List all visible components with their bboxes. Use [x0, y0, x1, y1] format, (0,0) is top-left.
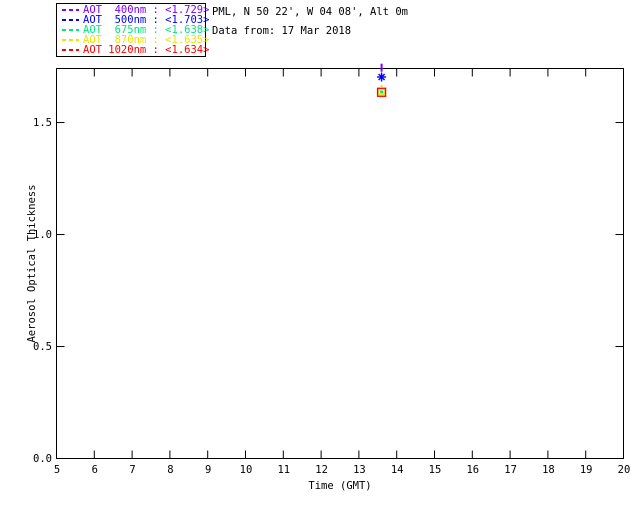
legend-dash-sample — [62, 39, 79, 41]
axis-frame — [57, 69, 624, 459]
y-tick-label: 0.0 — [33, 453, 52, 465]
legend-dash-sample — [62, 19, 79, 21]
x-tick-label: 5 — [54, 464, 60, 476]
x-tick-label: 12 — [315, 464, 328, 476]
x-tick-label: 18 — [542, 464, 555, 476]
x-tick-label: 19 — [580, 464, 593, 476]
plot-svg: 5678910111213141516171819200.00.51.01.5T… — [0, 0, 640, 512]
x-tick-label: 17 — [504, 464, 517, 476]
header-location: PML, N 50 22', W 04 08', Alt 0m — [212, 6, 408, 18]
legend-dash-sample — [62, 49, 79, 51]
y-tick-label: 1.5 — [33, 117, 52, 129]
x-axis-label: Time (GMT) — [308, 480, 371, 492]
legend-dash-sample — [62, 29, 79, 31]
x-tick-label: 14 — [391, 464, 404, 476]
legend-box: AOT 400nm : <1.729>AOT 500nm : <1.703>AO… — [56, 3, 206, 57]
x-tick-label: 20 — [618, 464, 631, 476]
x-tick-label: 13 — [353, 464, 366, 476]
aot-plot-page: 5678910111213141516171819200.00.51.01.5T… — [0, 0, 640, 512]
x-tick-label: 15 — [429, 464, 442, 476]
data-point-square-center — [380, 90, 383, 93]
x-tick-label: 16 — [466, 464, 479, 476]
data-point-square-notch — [381, 85, 383, 87]
x-tick-label: 7 — [129, 464, 135, 476]
legend-dash-sample — [62, 9, 79, 11]
x-tick-label: 8 — [167, 464, 173, 476]
x-tick-label: 10 — [240, 464, 253, 476]
header-date: Data from: 17 Mar 2018 — [212, 25, 351, 37]
x-tick-label: 9 — [205, 464, 211, 476]
legend-entry: AOT 1020nm : <1.634> — [57, 45, 205, 55]
x-tick-label: 6 — [92, 464, 98, 476]
legend-entry-text: AOT 1020nm : <1.634> — [83, 45, 209, 55]
x-tick-label: 11 — [277, 464, 290, 476]
y-axis-label: Aerosol Optical Thickness — [26, 184, 38, 342]
